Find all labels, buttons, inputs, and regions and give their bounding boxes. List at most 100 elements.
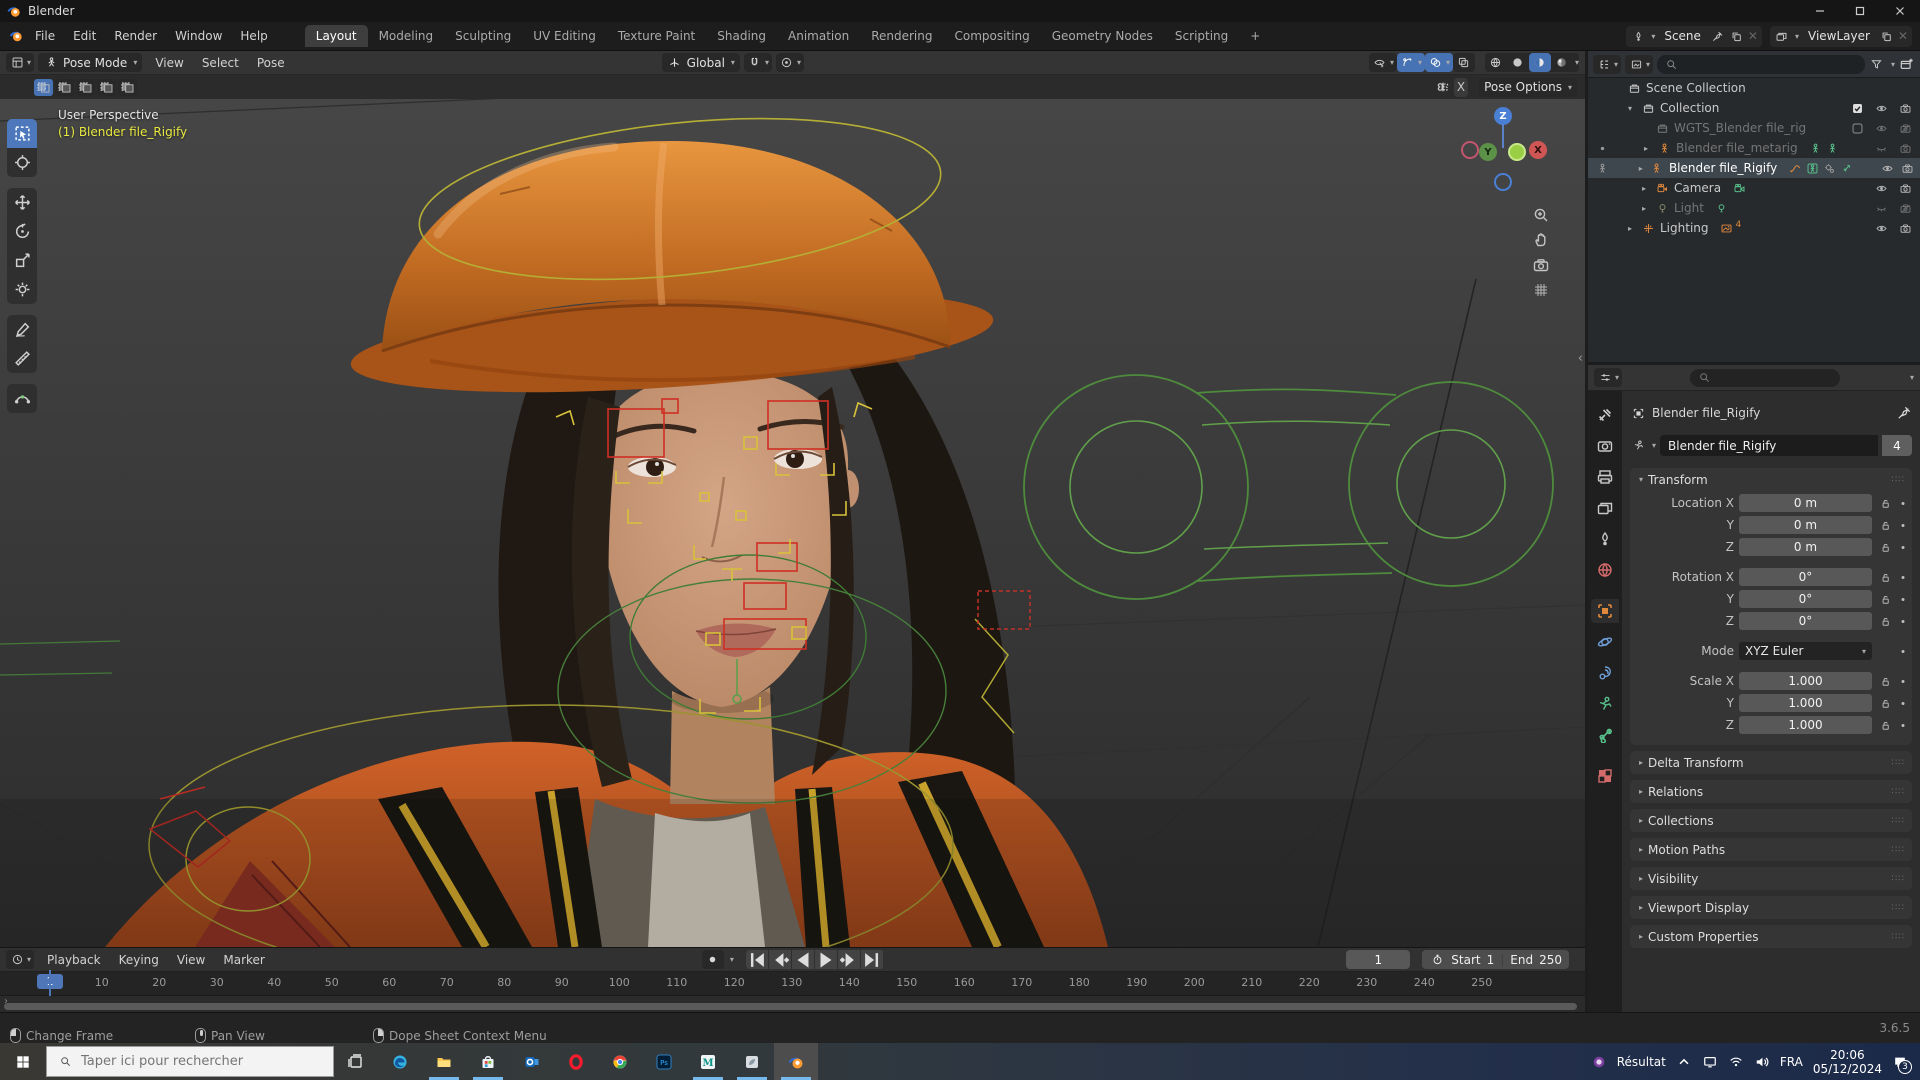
taskbar-opera[interactable]	[554, 1043, 598, 1080]
value-field[interactable]: 0°	[1739, 590, 1872, 608]
outliner-item-label[interactable]: Blender file_Rigify	[1669, 161, 1777, 175]
tab-scene[interactable]	[1591, 527, 1619, 551]
animate-dot-icon[interactable]	[1898, 495, 1908, 511]
checkbox-off-icon[interactable]	[1849, 120, 1865, 136]
value-field[interactable]: 1.000	[1739, 716, 1872, 734]
widget-icon[interactable]	[1591, 1054, 1607, 1070]
taskbar-store[interactable]	[466, 1043, 510, 1080]
panel-header[interactable]: ▸ Viewport Display ∷∷	[1630, 896, 1912, 919]
ruler-tick[interactable]: 150	[890, 976, 924, 989]
tab-texture[interactable]	[1591, 764, 1619, 788]
properties-options-icon[interactable]: ▾	[1910, 373, 1914, 382]
camera-view-icon[interactable]	[1533, 257, 1549, 273]
gizmo-x-neg-axis[interactable]	[1461, 141, 1479, 159]
tool-measure[interactable]	[7, 344, 37, 373]
value-field[interactable]: 0 m	[1739, 538, 1872, 556]
shading-solid-button[interactable]	[1506, 53, 1529, 72]
tool-breakdowner[interactable]	[7, 384, 37, 413]
tool-select-box[interactable]	[7, 119, 37, 148]
copy-icon[interactable]	[1729, 28, 1745, 44]
outliner-row-collection[interactable]: ▾ Collection	[1588, 98, 1920, 118]
filter-icon[interactable]	[1869, 56, 1885, 72]
object-name-field[interactable]: Blender file_Rigify	[1660, 435, 1878, 456]
tab-compositing[interactable]: Compositing	[943, 25, 1040, 47]
gizmo-x-axis[interactable]: X	[1529, 141, 1547, 159]
outliner-item-label[interactable]: Collection	[1660, 101, 1719, 115]
tab-layout[interactable]: Layout	[304, 25, 368, 47]
next-keyframe-button[interactable]	[837, 950, 861, 969]
lock-open-icon[interactable]	[1877, 591, 1893, 607]
taskbar-task-view[interactable]	[334, 1043, 378, 1080]
ruler-tick[interactable]: 240	[1407, 976, 1441, 989]
drag-grip-icon[interactable]: ∷∷	[1892, 874, 1905, 884]
tool-cursor[interactable]	[7, 148, 37, 177]
gizmo-y-axis[interactable]: Y	[1479, 143, 1497, 161]
tab-output[interactable]	[1591, 465, 1619, 489]
tab-rendering[interactable]: Rendering	[860, 25, 943, 47]
eye-icon[interactable]	[1873, 100, 1889, 116]
mode-dropdown[interactable]: Pose Mode ▾	[38, 53, 143, 72]
tab-sculpting[interactable]: Sculpting	[444, 25, 522, 47]
mirror-x-button[interactable]: X	[1453, 77, 1469, 97]
outliner-row-light[interactable]: ▸ Light	[1588, 198, 1920, 218]
toggle-grid-icon[interactable]	[1533, 282, 1549, 298]
taskbar-blender[interactable]	[774, 1043, 818, 1080]
animate-dot-icon[interactable]	[1898, 517, 1908, 533]
outliner-item-label[interactable]: Blender file_metarig	[1676, 141, 1798, 155]
breadcrumb-object[interactable]: Blender file_Rigify	[1652, 406, 1760, 420]
ruler-tick[interactable]: 210	[1235, 976, 1269, 989]
tab-render[interactable]	[1591, 434, 1619, 458]
eye-icon[interactable]	[1873, 180, 1889, 196]
menu-render[interactable]: Render	[105, 26, 166, 46]
disclosure-right-icon[interactable]: ▸	[1642, 184, 1652, 193]
lock-open-icon[interactable]	[1877, 673, 1893, 689]
eye-closed-icon[interactable]	[1873, 200, 1889, 216]
ruler-tick[interactable]: 220	[1292, 976, 1326, 989]
value-field[interactable]: 0 m	[1739, 494, 1872, 512]
viewport-canvas[interactable]: User Perspective (1) Blender file_Rigify…	[0, 99, 1585, 947]
camera-icon[interactable]	[1897, 100, 1913, 116]
select-mode-extend[interactable]	[76, 78, 95, 96]
tab-uv-editing[interactable]: UV Editing	[522, 25, 607, 47]
outliner-row-lighting[interactable]: ▸ Lighting 4	[1588, 218, 1920, 238]
drag-grip-icon[interactable]: ∷∷	[1892, 475, 1905, 485]
camera-icon[interactable]	[1897, 180, 1913, 196]
disclosure-right-icon[interactable]: ▸	[1644, 144, 1654, 153]
shading-wireframe-button[interactable]	[1484, 53, 1507, 72]
scene-selector[interactable]: ▾ Scene ✕	[1626, 25, 1762, 47]
gizmo-icon-button[interactable]: ▾	[1396, 53, 1425, 72]
snapping-button[interactable]: ▾	[743, 53, 772, 72]
pan-hand-icon[interactable]	[1533, 232, 1549, 248]
panel-header[interactable]: ▸ Motion Paths ∷∷	[1630, 838, 1912, 861]
gizmo-z-neg-axis[interactable]	[1494, 173, 1512, 191]
orientation-dropdown[interactable]: Global ▾	[661, 53, 740, 72]
outliner-row-rigify[interactable]: ▸ Blender file_Rigify	[1588, 158, 1920, 178]
drag-grip-icon[interactable]: ∷∷	[1892, 758, 1905, 768]
search-input[interactable]	[81, 1054, 301, 1069]
tool-transform[interactable]	[7, 275, 37, 304]
end-frame-field[interactable]: 250	[1539, 953, 1562, 967]
select-mode-tweak[interactable]	[34, 78, 53, 96]
proportional-edit-button[interactable]: ▾	[775, 53, 804, 72]
select-mode-new[interactable]	[55, 78, 74, 96]
ruler-tick[interactable]: 70	[430, 976, 464, 989]
mirror-butterfly-icon[interactable]	[1435, 79, 1451, 95]
minimize-button[interactable]	[1800, 0, 1840, 22]
tool-rotate[interactable]	[7, 217, 37, 246]
jump-end-button[interactable]	[860, 950, 884, 969]
timeline-ruler[interactable]: 1102030405060708090100110120130140150160…	[0, 972, 1585, 996]
select-mode-invert[interactable]	[118, 78, 137, 96]
ruler-tick[interactable]: 230	[1350, 976, 1384, 989]
menu-help[interactable]: Help	[231, 26, 276, 46]
outliner-row-metarig[interactable]: ▸ Blender file_metarig	[1588, 138, 1920, 158]
taskbar-chrome[interactable]	[598, 1043, 642, 1080]
blender-logo-icon[interactable]	[8, 28, 24, 44]
value-field[interactable]: 0 m	[1739, 516, 1872, 534]
camera-icon[interactable]	[1899, 160, 1915, 176]
editor-type-button[interactable]: ▾	[6, 53, 35, 72]
xray-icon-button[interactable]	[1452, 53, 1475, 72]
tool-move[interactable]	[7, 188, 37, 217]
menu-edit[interactable]: Edit	[64, 26, 105, 46]
out liner-search[interactable]	[1657, 54, 1865, 74]
gizmo-z-axis[interactable]: Z	[1494, 107, 1512, 125]
